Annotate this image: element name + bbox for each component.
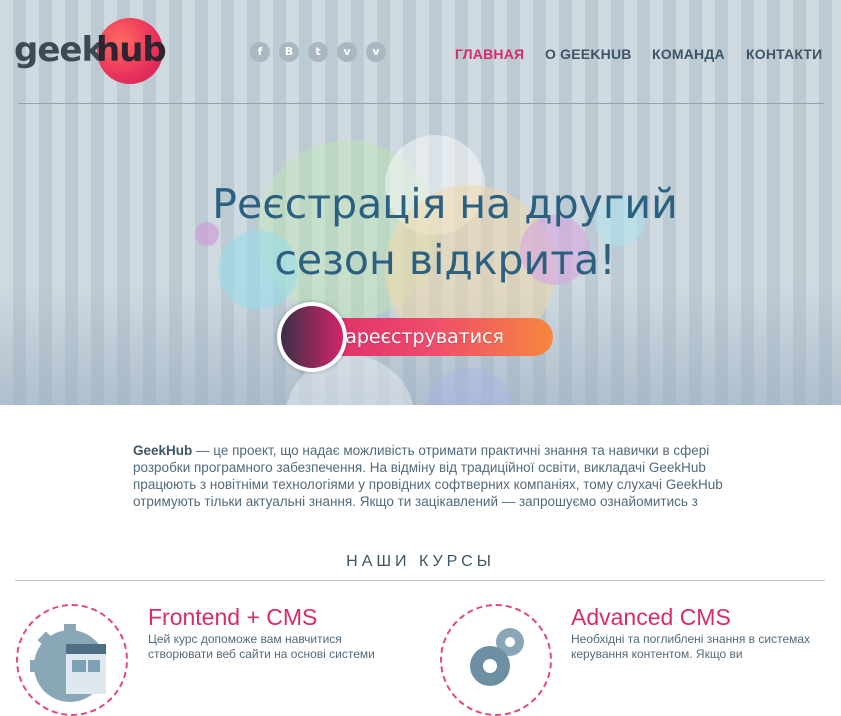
register-button-knob-inner — [281, 306, 343, 368]
nav-home[interactable]: ГЛАВНАЯ — [455, 46, 524, 62]
register-button-knob[interactable] — [277, 302, 347, 372]
hero-headline-line1: Реєстрація на другий — [212, 180, 678, 228]
facebook-icon[interactable]: f — [250, 42, 270, 62]
decor-bubble — [425, 368, 515, 405]
vimeo-square-icon[interactable]: v — [337, 42, 357, 62]
hero-headline-line2: сезон відкрита! — [274, 236, 616, 284]
nav-contacts[interactable]: КОНТАКТИ — [746, 46, 822, 62]
header-divider — [18, 103, 824, 104]
advanced-cms-course-icon-ring[interactable] — [440, 604, 552, 716]
logo-text-hub: hub — [96, 30, 167, 70]
intro-brand: GeekHub — [133, 443, 193, 458]
nav-about[interactable]: О GEEKHUB — [545, 46, 632, 62]
gears-icon — [470, 628, 524, 686]
courses-divider — [15, 580, 825, 581]
frontend-course-title[interactable]: Frontend + CMS — [148, 604, 317, 631]
gear-icon — [30, 624, 106, 702]
hero-banner: geek hub f B t v v ГЛАВНАЯ О GEEKHUB КОМ… — [0, 0, 841, 405]
twitter-icon[interactable]: t — [308, 42, 328, 62]
frontend-course-desc: Цей курс допоможе вам навчитися створюва… — [148, 632, 375, 661]
nav-team[interactable]: КОМАНДА — [652, 46, 725, 62]
geekhub-logo[interactable]: geek hub — [14, 18, 167, 84]
hero-headline: Реєстрація на другий сезон відкрита! — [120, 176, 770, 288]
vkontakte-icon[interactable]: B — [279, 42, 299, 62]
advanced-cms-course-desc: Необхідні та поглиблені знання в система… — [571, 632, 811, 661]
intro-text: — це проект, що надає можливість отримат… — [133, 443, 723, 509]
frontend-course-icon-ring[interactable] — [16, 604, 128, 716]
vimeo-icon[interactable]: v — [366, 42, 386, 62]
courses-heading: НАШИ КУРСЫ — [346, 553, 495, 570]
intro-paragraph: GeekHub — це проект, що надає можливість… — [133, 442, 723, 510]
logo-text-geek: geek — [14, 30, 104, 70]
advanced-cms-course-title[interactable]: Advanced CMS — [571, 604, 731, 631]
